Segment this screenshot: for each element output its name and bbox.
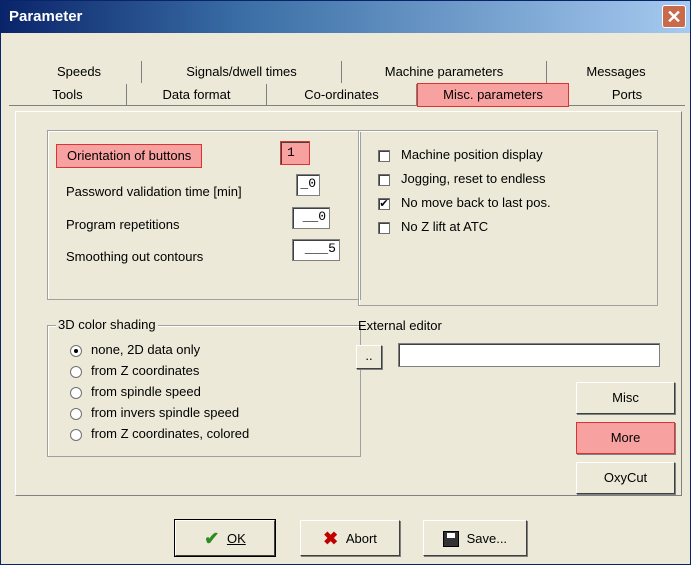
tab-data-format[interactable]: Data format xyxy=(127,84,267,106)
browse-editor-button[interactable]: .. xyxy=(356,345,382,369)
z-colored-label: from Z coordinates, colored xyxy=(91,426,250,441)
oxycut-button[interactable]: OxyCut xyxy=(576,462,675,494)
no-move-back-label: No move back to last pos. xyxy=(401,195,551,210)
external-editor-label: External editor xyxy=(358,318,442,333)
repetitions-label: Program repetitions xyxy=(66,217,180,232)
radio-spindle-speed[interactable] xyxy=(70,387,82,399)
tab-misc-parameters[interactable]: Misc. parameters xyxy=(417,83,569,107)
abort-label: Abort xyxy=(345,530,377,546)
radio-from-z[interactable] xyxy=(70,366,82,378)
checkbox-no-z-lift[interactable] xyxy=(378,222,390,234)
jogging-reset-label: Jogging, reset to endless xyxy=(401,171,546,186)
tab-machine-parameters[interactable]: Machine parameters xyxy=(342,61,547,83)
window-title: Parameter xyxy=(9,8,83,25)
x-icon: ✖ xyxy=(323,528,339,549)
radio-none-2d[interactable] xyxy=(70,345,82,357)
orientation-label: Orientation of buttons xyxy=(56,144,203,168)
machine-position-label: Machine position display xyxy=(401,147,543,162)
none-2d-label: none, 2D data only xyxy=(91,342,201,357)
abort-button[interactable]: ✖ Abort xyxy=(300,520,400,556)
orientation-field[interactable]: 1 xyxy=(280,141,310,165)
tab-strip: Speeds Signals/dwell times Machine param… xyxy=(9,59,685,109)
save-label: Save... xyxy=(466,530,508,546)
tab-co-ordinates[interactable]: Co-ordinates xyxy=(267,84,417,106)
ok-button[interactable]: ✔ OK xyxy=(174,519,276,557)
password-label: Password validation time [min] xyxy=(66,184,242,199)
tab-ports[interactable]: Ports xyxy=(569,84,685,106)
invers-spindle-label: from invers spindle speed xyxy=(91,405,240,420)
check-icon: ✔ xyxy=(204,528,220,549)
checkbox-machine-position[interactable] xyxy=(378,150,390,162)
from-z-label: from Z coordinates xyxy=(91,363,200,378)
close-icon: ✕ xyxy=(666,7,682,27)
misc-parameters-panel: Orientation of buttons 1 Password valida… xyxy=(15,111,682,496)
checkbox-jogging-reset[interactable] xyxy=(378,174,390,186)
tab-messages[interactable]: Messages xyxy=(547,61,685,83)
misc-button[interactable]: Misc xyxy=(576,382,675,414)
tab-signals-dwell-times[interactable]: Signals/dwell times xyxy=(142,61,342,83)
ok-label: OK xyxy=(226,530,246,546)
more-button[interactable]: More xyxy=(576,422,675,454)
parameter-dialog: Parameter ✕ Speeds Signals/dwell times M… xyxy=(0,0,691,565)
radio-invers-spindle[interactable] xyxy=(70,408,82,420)
spindle-speed-label: from spindle speed xyxy=(91,384,201,399)
floppy-icon xyxy=(442,530,459,547)
checkbox-no-move-back[interactable]: ✔ xyxy=(378,198,390,210)
smoothing-label: Smoothing out contours xyxy=(66,249,204,264)
tab-speeds[interactable]: Speeds xyxy=(17,61,142,83)
repetitions-field[interactable]: __0 xyxy=(292,207,330,229)
smoothing-field[interactable]: ___5 xyxy=(292,239,340,261)
checkmark-icon: ✔ xyxy=(379,198,389,210)
save-button[interactable]: Save... xyxy=(423,520,527,556)
radio-z-colored[interactable] xyxy=(70,429,82,441)
external-editor-input[interactable] xyxy=(398,343,660,367)
title-bar: Parameter ✕ xyxy=(1,1,690,33)
no-z-lift-label: No Z lift at ATC xyxy=(401,219,489,234)
color-shading-title: 3D color shading xyxy=(56,317,158,332)
password-field[interactable]: _0 xyxy=(296,174,320,196)
close-button[interactable]: ✕ xyxy=(662,5,686,28)
tab-tools[interactable]: Tools xyxy=(9,84,127,106)
